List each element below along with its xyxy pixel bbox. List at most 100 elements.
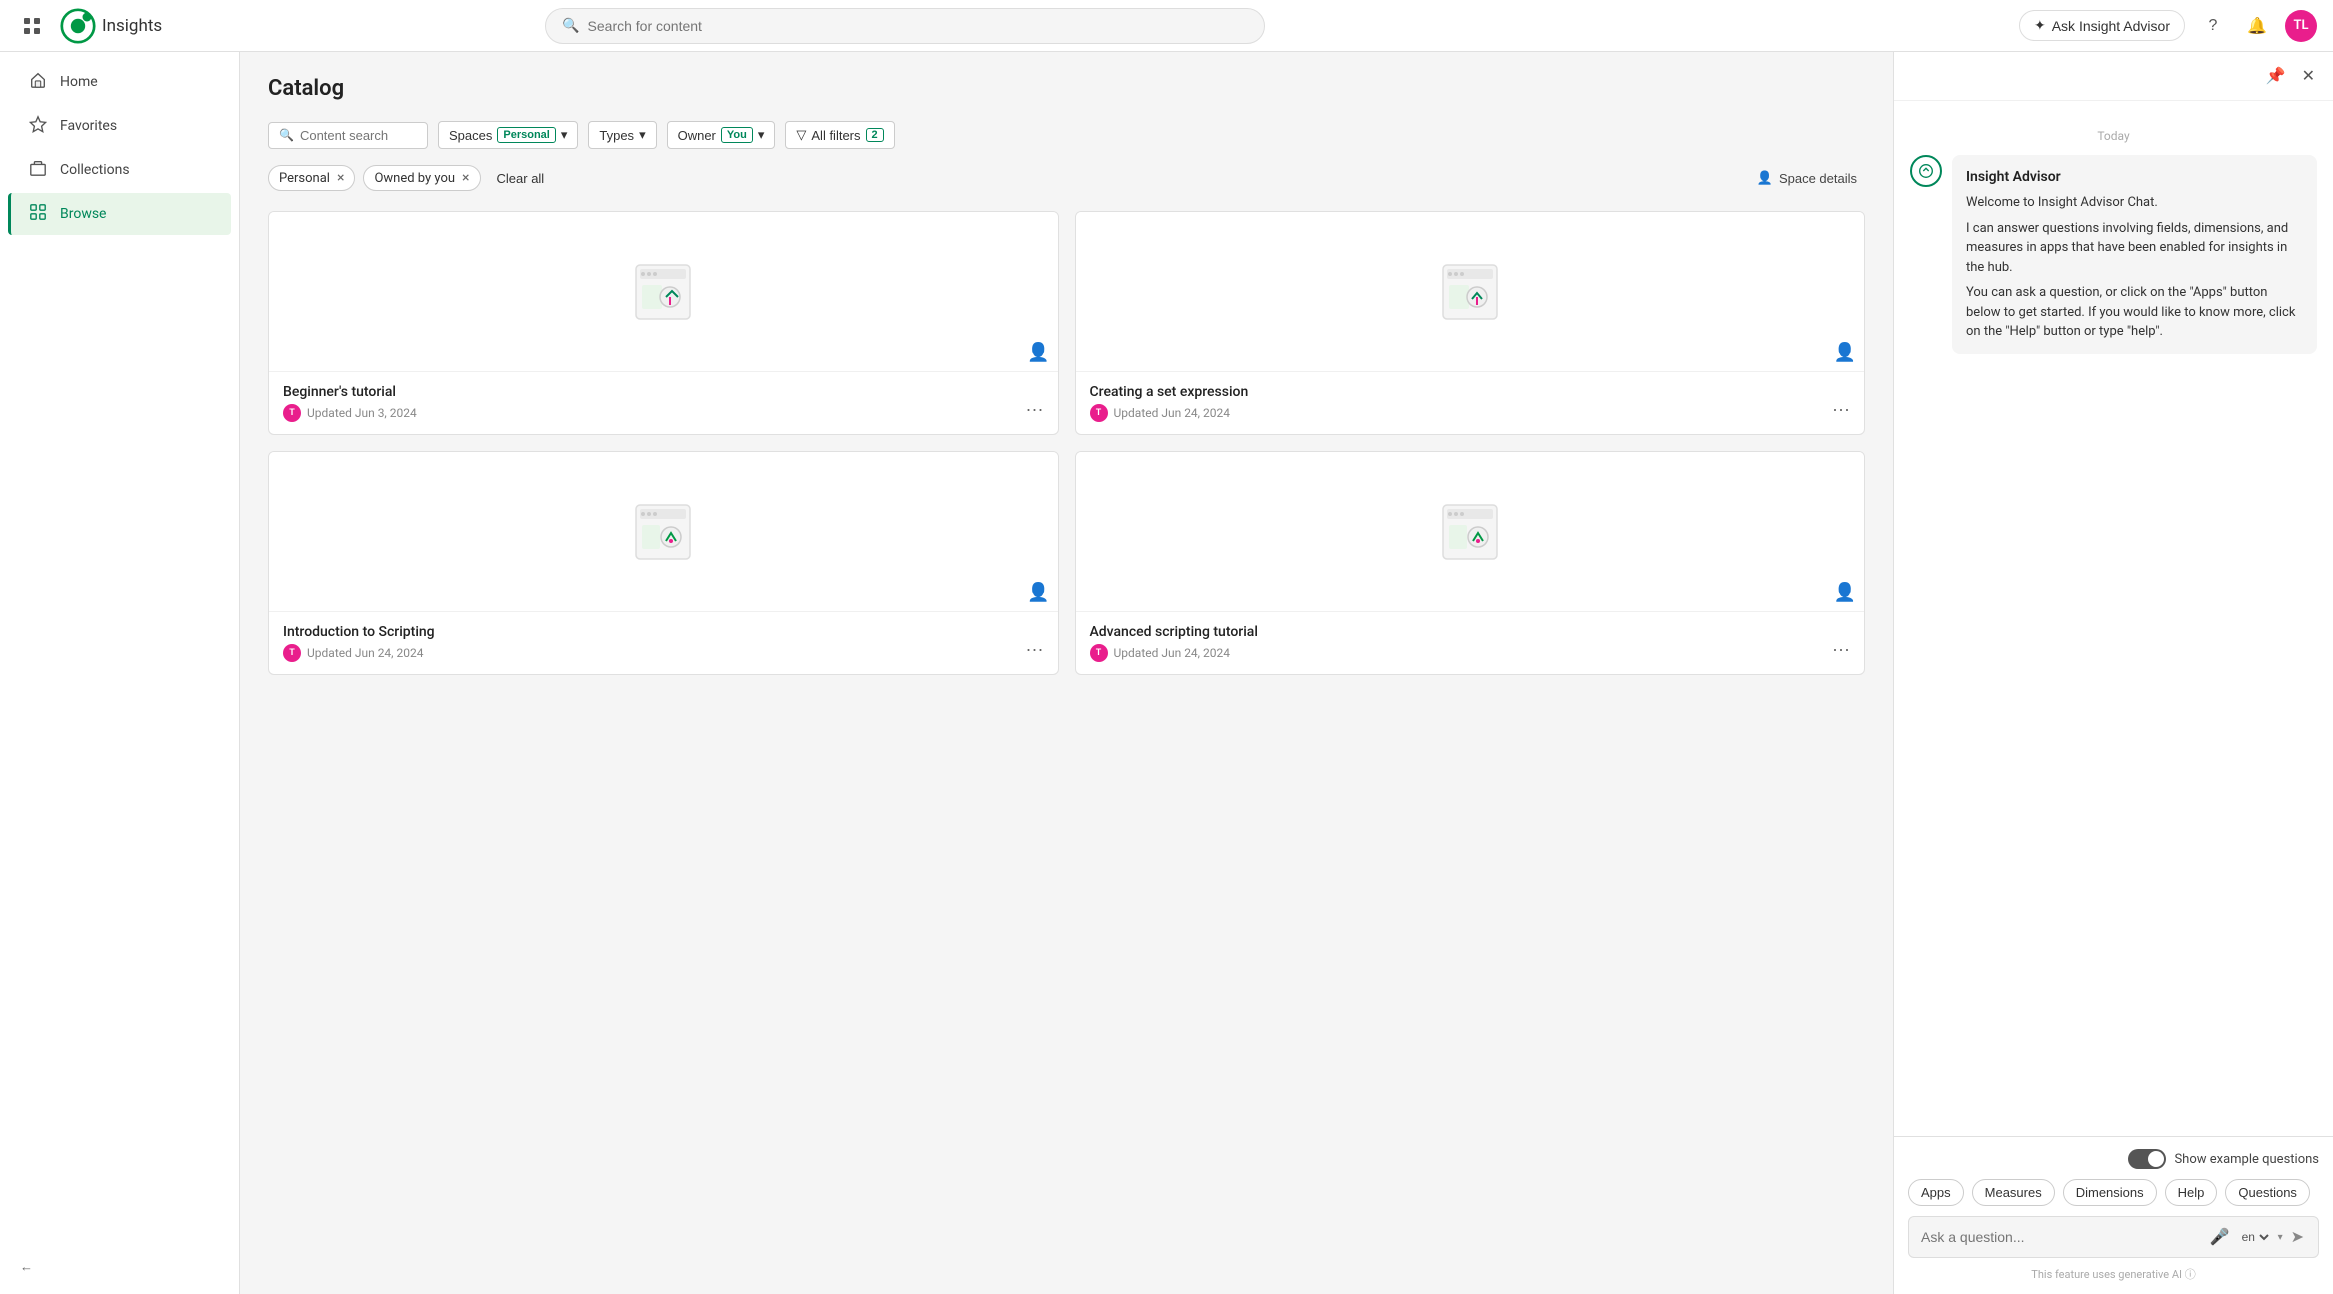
types-label: Types xyxy=(599,128,634,143)
search-bar[interactable]: 🔍 xyxy=(545,8,1265,44)
collapse-icon: ← xyxy=(20,1259,33,1274)
active-filters-row: Personal × Owned by you × Clear all 👤 Sp… xyxy=(268,165,1865,191)
card-meta-1: T Updated Jun 24, 2024 xyxy=(1090,404,1851,422)
card-thumb-1: 👤 xyxy=(1076,212,1865,372)
content-search-box[interactable]: 🔍 xyxy=(268,122,428,149)
app-name: Insights xyxy=(102,16,162,36)
chat-message: Insight Advisor Welcome to Insight Advis… xyxy=(1910,155,2317,354)
ask-insight-button[interactable]: ✦ Ask Insight Advisor xyxy=(2019,10,2185,41)
card-meta-2: T Updated Jun 24, 2024 xyxy=(283,644,1044,662)
catalog-container: Catalog 🔍 Spaces Personal ▾ Types ▾ Owne xyxy=(240,52,1893,1294)
sparkle-icon: ✦ xyxy=(2034,17,2046,34)
topnav-right: ✦ Ask Insight Advisor ? 🔔 TL xyxy=(2019,10,2317,42)
help-icon-button[interactable]: ? xyxy=(2197,10,2229,42)
sidebar-item-browse-label: Browse xyxy=(60,206,106,222)
insight-action-buttons: Apps Measures Dimensions Help Questions xyxy=(1908,1179,2319,1206)
sidebar-item-browse[interactable]: Browse xyxy=(8,193,231,235)
owner-chevron-icon: ▾ xyxy=(758,127,765,143)
insight-action-dimensions[interactable]: Dimensions xyxy=(2063,1179,2157,1206)
chevron-down-icon: ▾ xyxy=(561,127,568,143)
content-area: Catalog 🔍 Spaces Personal ▾ Types ▾ Owne xyxy=(240,52,1893,1294)
card-footer-1: Creating a set expression T Updated Jun … xyxy=(1076,372,1865,434)
sidebar-collapse-button[interactable]: ← xyxy=(20,1259,33,1274)
app-thumb-icon-3 xyxy=(1435,497,1505,567)
avatar[interactable]: TL xyxy=(2285,10,2317,42)
apps-grid: 👤 Beginner's tutorial T Updated Jun 3, 2… xyxy=(268,211,1865,675)
card-updated-0: Updated Jun 3, 2024 xyxy=(307,406,417,420)
card-user-icon-3: 👤 xyxy=(1834,582,1856,603)
space-details-label: Space details xyxy=(1779,171,1857,186)
home-icon xyxy=(28,71,48,93)
send-icon-button[interactable]: ➤ xyxy=(2289,1225,2306,1249)
card-thumb-2: 👤 xyxy=(269,452,1058,612)
card-thumb-3: 👤 xyxy=(1076,452,1865,612)
insight-action-help[interactable]: Help xyxy=(2165,1179,2218,1206)
card-meta-avatar-3: T xyxy=(1090,644,1108,662)
panel-close-button[interactable]: ✕ xyxy=(2298,62,2319,90)
app-card-1[interactable]: 👤 Creating a set expression T Updated Ju… xyxy=(1075,211,1866,435)
insight-action-questions[interactable]: Questions xyxy=(2225,1179,2310,1206)
insight-action-apps[interactable]: Apps xyxy=(1908,1179,1964,1206)
clear-all-button[interactable]: Clear all xyxy=(489,167,553,190)
card-menu-button-1[interactable]: ··· xyxy=(1828,397,1854,422)
card-menu-button-3[interactable]: ··· xyxy=(1828,637,1854,662)
sidebar-item-favorites[interactable]: Favorites xyxy=(8,105,231,147)
app-card-0[interactable]: 👤 Beginner's tutorial T Updated Jun 3, 2… xyxy=(268,211,1059,435)
owner-value: You xyxy=(721,127,753,143)
app-card-3[interactable]: 👤 Advanced scripting tutorial T Updated … xyxy=(1075,451,1866,675)
sidebar-item-home-label: Home xyxy=(60,74,98,90)
owner-filter-button[interactable]: Owner You ▾ xyxy=(667,121,776,149)
sidebar-bottom: ← xyxy=(0,1247,239,1286)
insight-panel-bottom: Show example questions Apps Measures Dim… xyxy=(1894,1136,2333,1294)
language-select[interactable]: en xyxy=(2238,1229,2272,1245)
card-menu-button-2[interactable]: ··· xyxy=(1022,637,1048,662)
star-icon xyxy=(28,115,48,137)
insight-footer: This feature uses generative AI ⓘ xyxy=(1908,1266,2319,1282)
remove-personal-filter-icon[interactable]: × xyxy=(337,170,344,186)
app-card-2[interactable]: 👤 Introduction to Scripting T Updated Ju… xyxy=(268,451,1059,675)
app-thumb-icon-0 xyxy=(628,257,698,327)
sidebar-item-home[interactable]: Home xyxy=(8,61,231,103)
main-layout: Home Favorites Collections Browse ← xyxy=(0,52,2333,1294)
catalog-title: Catalog xyxy=(268,76,1865,101)
owner-label: Owner xyxy=(678,128,716,143)
all-filters-button[interactable]: ▽ All filters 2 xyxy=(785,121,894,149)
chat-line-2: I can answer questions involving fields,… xyxy=(1966,219,2303,278)
grid-menu-icon[interactable] xyxy=(16,10,48,42)
remove-owned-filter-icon[interactable]: × xyxy=(462,170,469,186)
notifications-icon-button[interactable]: 🔔 xyxy=(2241,10,2273,42)
space-details-button[interactable]: 👤 Space details xyxy=(1749,166,1865,190)
card-user-icon-0: 👤 xyxy=(1027,342,1049,363)
sidebar-item-favorites-label: Favorites xyxy=(60,118,117,134)
insight-question-input[interactable] xyxy=(1921,1229,2200,1245)
content-search-input[interactable] xyxy=(300,128,410,143)
insight-action-measures[interactable]: Measures xyxy=(1972,1179,2055,1206)
card-title-0: Beginner's tutorial xyxy=(283,384,1044,400)
panel-pin-button[interactable]: 📌 xyxy=(2262,62,2290,90)
filter-icon: ▽ xyxy=(796,127,806,143)
spaces-filter-button[interactable]: Spaces Personal ▾ xyxy=(438,121,578,149)
show-example-toggle[interactable] xyxy=(2128,1149,2166,1169)
sidebar-item-collections[interactable]: Collections xyxy=(8,149,231,191)
qlik-logo[interactable]: Insights xyxy=(60,8,162,44)
card-user-icon-2: 👤 xyxy=(1027,582,1049,603)
mic-icon-button[interactable]: 🎤 xyxy=(2208,1225,2232,1249)
card-meta-avatar-1: T xyxy=(1090,404,1108,422)
chevron-lang-icon: ▾ xyxy=(2278,1232,2283,1243)
toggle-knob xyxy=(2148,1151,2164,1167)
card-updated-3: Updated Jun 24, 2024 xyxy=(1114,646,1231,660)
card-thumb-0: 👤 xyxy=(269,212,1058,372)
person-icon: 👤 xyxy=(1757,170,1773,186)
card-footer-0: Beginner's tutorial T Updated Jun 3, 202… xyxy=(269,372,1058,434)
card-menu-button-0[interactable]: ··· xyxy=(1022,397,1048,422)
search-input[interactable] xyxy=(588,18,1249,34)
all-filters-label: All filters xyxy=(811,128,860,143)
types-filter-button[interactable]: Types ▾ xyxy=(588,121,656,149)
filter-tag-owned[interactable]: Owned by you × xyxy=(363,165,480,191)
insight-input-row: 🎤 en ▾ ➤ xyxy=(1908,1216,2319,1258)
browse-icon xyxy=(28,203,48,225)
show-example-label: Show example questions xyxy=(2174,1152,2319,1167)
show-example-row: Show example questions xyxy=(1908,1149,2319,1169)
filter-tag-personal[interactable]: Personal × xyxy=(268,165,355,191)
chat-line-3: You can ask a question, or click on the … xyxy=(1966,283,2303,342)
